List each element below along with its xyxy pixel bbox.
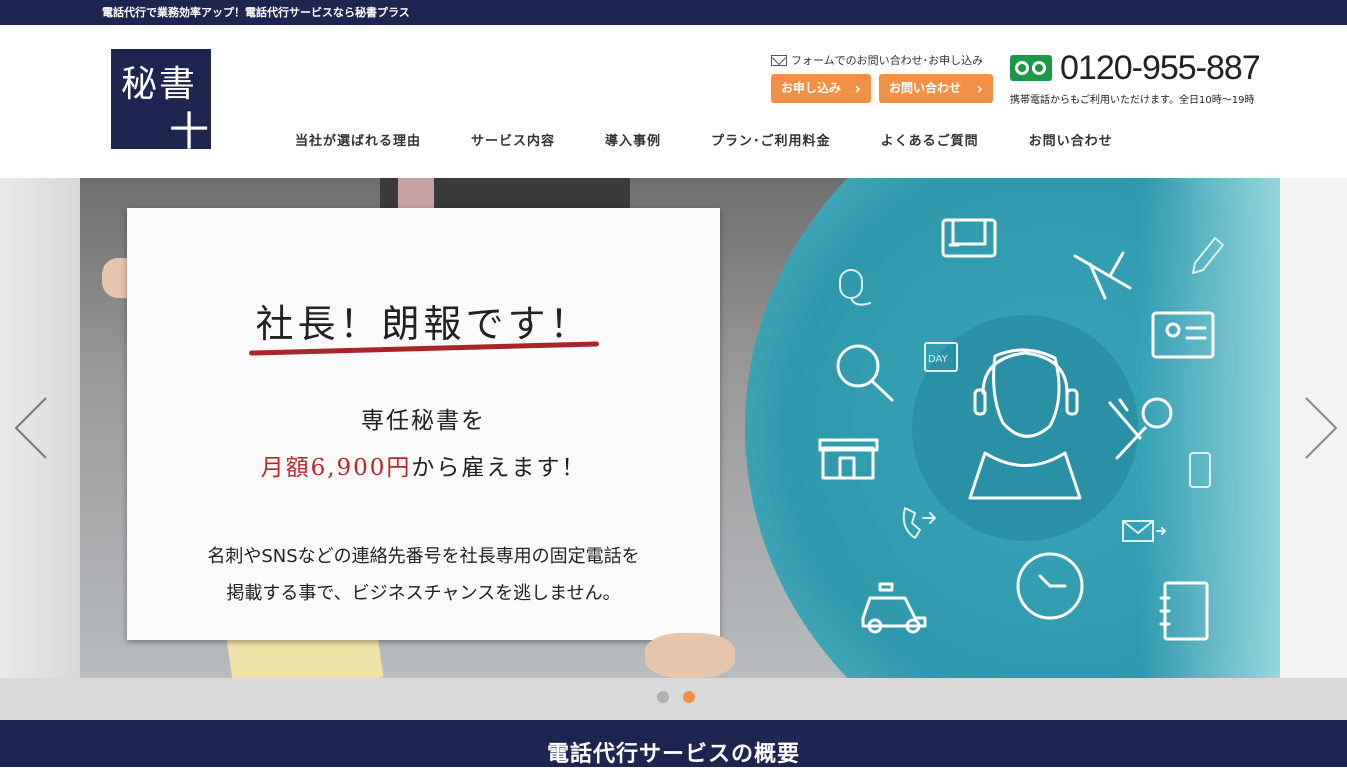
hero-subheadline: 専任秘書を — [361, 408, 486, 434]
freedial-icon — [1010, 55, 1052, 81]
price-suffix: から雇えます！ — [411, 455, 587, 481]
store-icon — [818, 438, 879, 480]
shirt-image — [398, 178, 434, 210]
notebook-icon — [1159, 581, 1209, 641]
taxi-icon — [861, 582, 927, 634]
site-logo[interactable]: 秘書 十 — [111, 49, 211, 155]
apply-button[interactable]: お申し込み › — [771, 74, 871, 103]
hero-description-line: 掲載する事で、ビジネスチャンスを逃しません。 — [226, 583, 621, 604]
utensils-icon — [1108, 397, 1173, 460]
hero-slider: DAY 社長！朗報です！ 専任秘書を 月額6,900円から雇えます！ 名刺やSN… — [0, 178, 1347, 678]
chevron-right-icon[interactable] — [1300, 396, 1340, 460]
section-title: 電話代行サービスの概要 — [546, 742, 800, 767]
inquiry-label: お問い合わせ — [889, 81, 962, 95]
logo-plus: 十 — [169, 109, 209, 155]
chevron-right-icon: › — [976, 79, 983, 98]
nav-item-contact[interactable]: お問い合わせ — [1004, 130, 1138, 149]
nav-item-cases[interactable]: 導入事例 — [580, 130, 686, 149]
nav-item-faq[interactable]: よくあるご質問 — [856, 130, 1004, 149]
chevron-left-icon[interactable] — [12, 396, 52, 460]
site-header: 秘書 十 フォームでのお問い合わせ･お申し込み お申し込み › お問い合わせ ›… — [0, 25, 1347, 178]
hand-image — [645, 633, 735, 678]
form-contact-label: フォームでのお問い合わせ･お申し込み — [771, 52, 983, 68]
nav-item-reasons[interactable]: 当社が選ばれる理由 — [270, 130, 446, 149]
mouse-icon — [839, 269, 871, 306]
nav-item-pricing[interactable]: プラン･ご利用料金 — [686, 130, 856, 149]
smartphone-icon — [1189, 452, 1211, 488]
top-banner: 電話代行で業務効率アップ！電話代行サービスなら秘書プラス — [0, 0, 1347, 25]
message-board: 社長！朗報です！ 専任秘書を 月額6,900円から雇えます！ 名刺やSNSなどの… — [127, 208, 720, 640]
nav-item-services[interactable]: サービス内容 — [446, 130, 580, 149]
chevron-right-icon: › — [854, 79, 861, 98]
pencil-icon — [1192, 237, 1224, 274]
phone-number: 0120-955-887 — [1060, 49, 1261, 87]
airplane-icon — [1073, 251, 1132, 300]
clock-icon — [1016, 552, 1084, 620]
hero-slide: DAY 社長！朗報です！ 専任秘書を 月額6,900円から雇えます！ 名刺やSN… — [80, 178, 1280, 678]
phone-note: 携帯電話からもご利用いただけます。全日10時〜19時 — [1010, 95, 1255, 106]
calendar-text: DAY — [928, 354, 949, 365]
hero-description: 名刺やSNSなどの連絡先番号を社長専用の固定電話を 掲載する事で、ビジネスチャン… — [127, 538, 720, 612]
service-icons: DAY — [818, 218, 1224, 641]
overview-section: 電話代行サービスの概要 — [0, 720, 1347, 767]
calendar-day-icon: DAY — [924, 342, 958, 372]
hero-headline: 社長！朗報です！ — [255, 302, 592, 346]
fax-icon — [941, 218, 997, 258]
form-contact-text: フォームでのお問い合わせ･お申し込み — [791, 54, 984, 67]
mail-icon — [771, 54, 787, 66]
apply-label: お申し込み — [781, 81, 842, 95]
slider-dot-active[interactable] — [683, 691, 695, 703]
price-amount: 月額6,900円 — [260, 455, 412, 481]
hero-price: 月額6,900円から雇えます！ — [127, 448, 720, 482]
magnifier-icon — [836, 344, 894, 402]
slider-pagination — [0, 678, 1347, 720]
phone-forward-icon — [902, 507, 936, 539]
main-nav: 当社が選ばれる理由 サービス内容 導入事例 プラン･ご利用料金 よくあるご質問 … — [270, 130, 1138, 149]
mail-forward-icon — [1122, 520, 1166, 542]
slider-dot[interactable] — [657, 691, 669, 703]
id-card-icon — [1151, 311, 1215, 359]
operator-icon — [968, 348, 1082, 500]
inquiry-button[interactable]: お問い合わせ › — [879, 74, 993, 103]
hero-description-line: 名刺やSNSなどの連絡先番号を社長専用の固定電話を — [207, 546, 640, 567]
